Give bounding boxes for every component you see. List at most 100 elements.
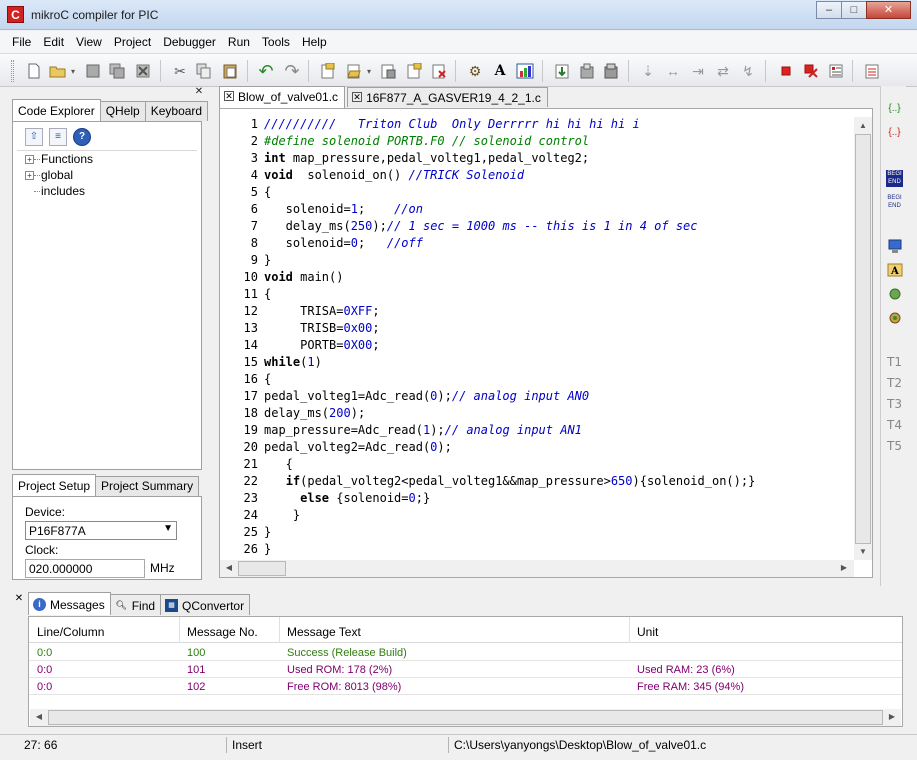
- close-tab-icon[interactable]: ✕: [352, 92, 363, 102]
- scroll-up-icon[interactable]: ▲: [855, 118, 871, 134]
- column-message-no[interactable]: Message No.: [187, 625, 258, 639]
- bookmark-t3[interactable]: T3: [886, 396, 903, 413]
- code-line[interactable]: 18 delay_ms(200);: [220, 405, 755, 422]
- tree-item-global[interactable]: + global: [17, 167, 197, 183]
- maximize-button[interactable]: □: [841, 1, 867, 19]
- computer-icon[interactable]: [886, 238, 903, 255]
- tab-project-setup[interactable]: Project Setup: [12, 474, 97, 496]
- code-template-icon[interactable]: {..}: [886, 100, 903, 117]
- tree-item-includes[interactable]: includes: [17, 183, 197, 199]
- help-icon[interactable]: ?: [73, 128, 91, 146]
- column-unit[interactable]: Unit: [637, 625, 658, 639]
- code-line[interactable]: 2 #define solenoid PORTB.F0 // solenoid c…: [220, 133, 755, 150]
- new-file-icon[interactable]: [24, 61, 44, 81]
- open-file-icon[interactable]: [48, 61, 68, 81]
- tab-project-summary[interactable]: Project Summary: [95, 476, 200, 496]
- code-editor[interactable]: 1////////// Triton Club Only Derrrrr hi …: [219, 108, 873, 578]
- comment-template-icon[interactable]: {..}: [886, 124, 903, 141]
- column-message-text[interactable]: Message Text: [287, 625, 361, 639]
- code-line[interactable]: 26}: [220, 541, 755, 558]
- code-line[interactable]: 5{: [220, 184, 755, 201]
- cut-icon[interactable]: ✂: [170, 61, 190, 81]
- step-over-icon[interactable]: ↔: [663, 61, 683, 81]
- bookmark-t1[interactable]: T1: [886, 354, 903, 371]
- code-line[interactable]: 9}: [220, 252, 755, 269]
- table-row[interactable]: 0:0 100 Success (Release Build): [29, 644, 902, 661]
- scroll-down-icon[interactable]: ▼: [855, 544, 871, 560]
- column-line-column[interactable]: Line/Column: [37, 625, 104, 639]
- tab-blow-of-valve[interactable]: ✕ Blow_of_valve01.c: [219, 86, 346, 108]
- scroll-thumb[interactable]: [855, 134, 871, 544]
- close-tab-icon[interactable]: ✕: [224, 91, 234, 101]
- code-line[interactable]: 1////////// Triton Club Only Derrrrr hi …: [220, 116, 755, 133]
- edit-project-icon[interactable]: [404, 61, 424, 81]
- menu-debugger[interactable]: Debugger: [157, 31, 222, 49]
- code-line[interactable]: 23 else {solenoid=0;}: [220, 490, 755, 507]
- scroll-right-icon[interactable]: ▶: [836, 560, 852, 576]
- code-line[interactable]: 11{: [220, 286, 755, 303]
- menu-edit[interactable]: Edit: [37, 31, 70, 49]
- tab-keyboard[interactable]: Keyboard: [144, 101, 209, 121]
- code-line[interactable]: 10 void main(): [220, 269, 755, 286]
- tab-messages[interactable]: i Messages: [28, 592, 111, 615]
- menu-help[interactable]: Help: [296, 31, 333, 49]
- breakpoints-list-icon[interactable]: [826, 61, 846, 81]
- open-dropdown-icon[interactable]: ▾: [68, 61, 78, 81]
- close-file-icon[interactable]: [133, 61, 153, 81]
- code-line[interactable]: 19 map_pressure=Adc_read(1);// analog inp…: [220, 422, 755, 439]
- editor-vertical-scrollbar[interactable]: ▲ ▼: [854, 117, 872, 560]
- undo-icon[interactable]: ↶: [256, 61, 276, 81]
- begin-end-icon[interactable]: BEGI END: [886, 170, 903, 187]
- open-project-icon[interactable]: [344, 61, 364, 81]
- code-line[interactable]: 12 TRISA=0XFF;: [220, 303, 755, 320]
- menu-file[interactable]: File: [6, 31, 37, 49]
- tab-gasver[interactable]: ✕ 16F877_A_GASVER19_4_2_1.c: [347, 87, 548, 107]
- menu-project[interactable]: Project: [108, 31, 157, 49]
- clear-breakpoints-icon[interactable]: [801, 61, 821, 81]
- code-line[interactable]: 16{: [220, 371, 755, 388]
- save-icon[interactable]: [83, 61, 103, 81]
- editor-horizontal-scrollbar[interactable]: ◀ ▶: [220, 560, 854, 577]
- bookmark-t5[interactable]: T5: [886, 438, 903, 455]
- code-line[interactable]: 25}: [220, 524, 755, 541]
- code-line[interactable]: 21 {: [220, 456, 755, 473]
- tab-qconvertor[interactable]: ▦ QConvertor: [160, 594, 251, 615]
- code-line[interactable]: 8 solenoid=0; //off: [220, 235, 755, 252]
- copy-icon[interactable]: [194, 61, 214, 81]
- build-icon[interactable]: ⚙: [465, 61, 485, 81]
- scroll-right-icon[interactable]: ▶: [884, 709, 900, 725]
- open-project-dropdown-icon[interactable]: ▾: [364, 61, 374, 81]
- scroll-thumb[interactable]: [48, 710, 883, 725]
- code-line[interactable]: 15 while(1): [220, 354, 755, 371]
- left-panel-close-icon[interactable]: ✕: [193, 86, 205, 98]
- scroll-left-icon[interactable]: ◀: [221, 560, 237, 576]
- save-project-icon[interactable]: [378, 61, 398, 81]
- table-row[interactable]: 0:0 101 Used ROM: 178 (2%) Used RAM: 23 …: [29, 661, 902, 678]
- begin-end-outline-icon[interactable]: BEGI END: [886, 194, 903, 211]
- options-icon[interactable]: [862, 61, 882, 81]
- minimize-button[interactable]: –: [816, 1, 842, 19]
- code-line[interactable]: 7 delay_ms(250);// 1 sec = 1000 ms -- th…: [220, 218, 755, 235]
- run-to-cursor-icon[interactable]: ⇥: [688, 61, 708, 81]
- code-line[interactable]: 4 void solenoid_on() //TRICK Solenoid: [220, 167, 755, 184]
- step-into-icon[interactable]: ⇣: [638, 61, 658, 81]
- clock-input[interactable]: 020.000000: [25, 559, 145, 578]
- breakpoint-icon[interactable]: [776, 61, 796, 81]
- tab-find[interactable]: 🔍︎ Find: [109, 594, 162, 615]
- scroll-left-icon[interactable]: ◀: [31, 709, 47, 725]
- jump-icon[interactable]: ↯: [738, 61, 758, 81]
- menu-tools[interactable]: Tools: [256, 31, 296, 49]
- expand-icon[interactable]: +: [25, 155, 34, 164]
- menu-view[interactable]: View: [70, 31, 108, 49]
- bookmark-t2[interactable]: T2: [886, 375, 903, 392]
- upload-icon[interactable]: [577, 61, 597, 81]
- code-line[interactable]: 3 int map_pressure,pedal_volteg1,pedal_vo…: [220, 150, 755, 167]
- code-line[interactable]: 22 if(pedal_volteg2<pedal_volteg1&&map_p…: [220, 473, 756, 490]
- tools-icon[interactable]: [886, 286, 903, 303]
- statistics-icon[interactable]: [515, 61, 535, 81]
- table-row[interactable]: 0:0 102 Free ROM: 8013 (98%) Free RAM: 3…: [29, 678, 902, 695]
- download-icon[interactable]: [552, 61, 572, 81]
- messages-close-icon[interactable]: ✕: [13, 593, 25, 605]
- step-out-icon[interactable]: ⇄: [713, 61, 733, 81]
- programmer-icon[interactable]: [601, 61, 621, 81]
